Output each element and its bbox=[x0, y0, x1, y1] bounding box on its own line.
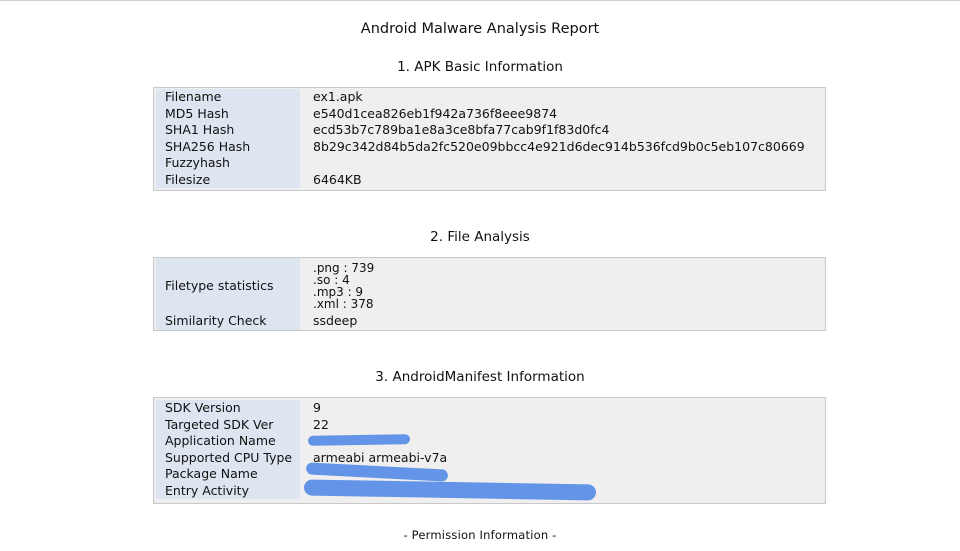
row-label: Package Name bbox=[156, 466, 300, 483]
table-row: Similarity Check ssdeep bbox=[154, 313, 825, 330]
table-row: Fuzzyhash bbox=[154, 155, 825, 172]
redaction-mark bbox=[307, 434, 411, 446]
row-label: Filesize bbox=[156, 171, 300, 188]
row-value: ex1.apk bbox=[313, 89, 363, 104]
section-permission-heading: - Permission Information - bbox=[403, 528, 557, 542]
row-label: SHA1 Hash bbox=[156, 122, 300, 139]
section-basic-heading: 1. APK Basic Information bbox=[397, 59, 563, 75]
table-row: Package Name bbox=[154, 466, 825, 483]
row-value: 9 bbox=[313, 400, 321, 415]
row-label: Filetype statistics bbox=[156, 258, 300, 313]
table-row: Filetype statistics .png : 739 .so : 4 .… bbox=[154, 258, 825, 313]
table-row: SHA1 Hash ecd53b7c789ba1e8a3ce8bfa77cab9f… bbox=[154, 122, 825, 139]
row-value: e540d1cea826eb1f942a736f8eee9874 bbox=[313, 105, 558, 121]
file-analysis-table: Filetype statistics .png : 739 .so : 4 .… bbox=[153, 257, 826, 331]
row-label: Entry Activity bbox=[156, 482, 300, 499]
table-row: SDK Version 9 bbox=[154, 400, 825, 417]
row-label: Fuzzyhash bbox=[156, 155, 300, 172]
row-label: Targeted SDK Ver bbox=[156, 416, 300, 433]
row-label: Similarity Check bbox=[156, 313, 300, 330]
table-row: Targeted SDK Ver 22 bbox=[154, 416, 825, 433]
row-value: 8b29c342d84b5da2fc520e09bbcc4e921d6dec91… bbox=[313, 138, 805, 154]
row-value: 22 bbox=[313, 416, 329, 432]
row-value: ecd53b7c789ba1e8a3ce8bfa77cab9f1f83d0fc4 bbox=[313, 122, 610, 137]
report-title: Android Malware Analysis Report bbox=[360, 21, 600, 37]
row-label: Supported CPU Type bbox=[156, 449, 300, 466]
row-label: Filename bbox=[156, 89, 300, 106]
row-label: Application Name bbox=[156, 433, 300, 450]
filetype-stats: .png : 739 .so : 4 .mp3 : 9 .xml : 378 bbox=[313, 262, 374, 310]
row-label: SDK Version bbox=[156, 400, 300, 417]
table-row: Supported CPU Type armeabi armeabi-v7a bbox=[154, 449, 825, 466]
basic-info-table: Filename ex1.apk MD5 Hash e540d1cea826eb1f… bbox=[153, 87, 826, 191]
row-label: SHA256 Hash bbox=[156, 138, 300, 155]
row-value: ssdeep bbox=[313, 313, 358, 328]
table-row: Application Name bbox=[154, 433, 825, 450]
table-row: SHA256 Hash 8b29c342d84b5da2fc520e09bbcc4… bbox=[154, 138, 825, 155]
table-row: Filesize 6464KB bbox=[154, 171, 825, 188]
row-value: 6464KB bbox=[313, 171, 362, 187]
section-manifest-heading: 3. AndroidManifest Information bbox=[375, 369, 585, 385]
row-label: MD5 Hash bbox=[156, 105, 300, 122]
section-file-heading: 2. File Analysis bbox=[430, 229, 530, 245]
table-row: MD5 Hash e540d1cea826eb1f942a736f8eee9874 bbox=[154, 105, 825, 122]
table-row: Filename ex1.apk bbox=[154, 89, 825, 106]
filetype-line: .xml : 378 bbox=[313, 297, 374, 311]
